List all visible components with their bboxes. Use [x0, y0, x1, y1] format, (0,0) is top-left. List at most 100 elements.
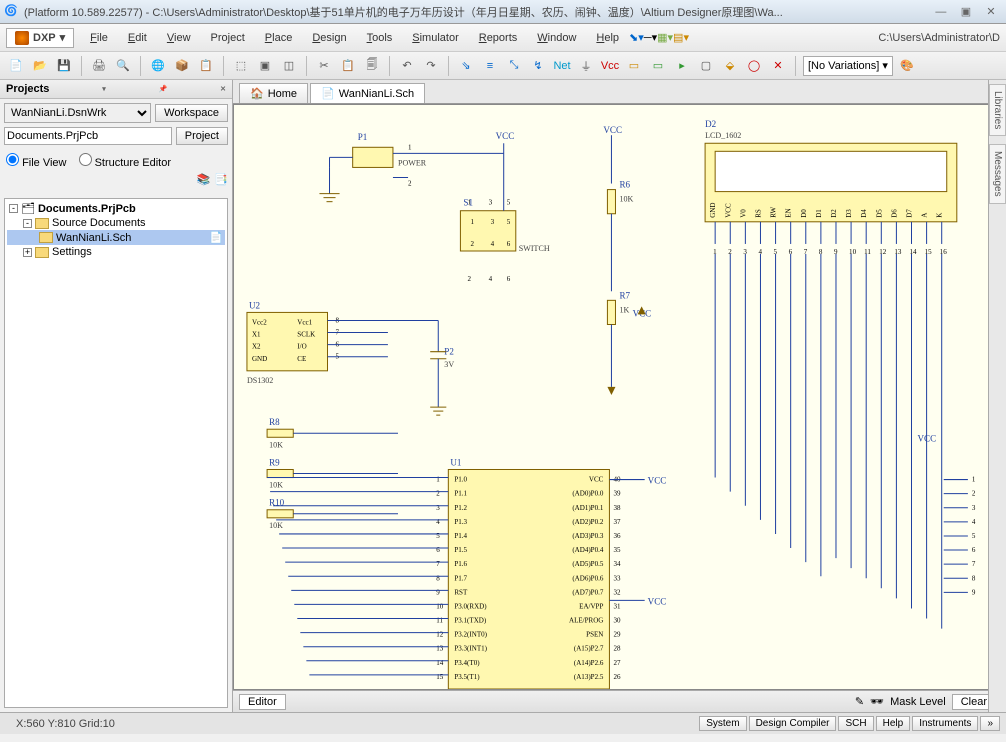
status-more-icon[interactable]: »	[980, 716, 1000, 731]
paste-icon[interactable]: 📋	[338, 56, 358, 76]
panel-tool2-icon[interactable]: 📑	[214, 173, 228, 186]
workspace-button[interactable]: Workspace	[155, 104, 228, 122]
redo-icon[interactable]: ↷	[421, 56, 441, 76]
menu-simulator[interactable]: Simulator	[402, 32, 468, 44]
toolbar-arrow-icon[interactable]: ⬊▾	[629, 31, 644, 44]
noerc-icon[interactable]: ✕	[768, 56, 788, 76]
editor-tab[interactable]: Editor	[239, 694, 286, 710]
part-icon[interactable]: ▭	[624, 56, 644, 76]
zoom-sel-icon[interactable]: ◫	[279, 56, 299, 76]
svg-text:P3.4(T0): P3.4(T0)	[454, 659, 480, 667]
tree-file-wannianli[interactable]: WanNianLi.Sch📄	[7, 230, 225, 245]
svg-text:28: 28	[613, 645, 621, 653]
svg-text:2: 2	[408, 180, 412, 188]
svg-text:R6: R6	[620, 180, 631, 190]
svg-text:35: 35	[613, 546, 621, 554]
device-icon[interactable]: ▢	[696, 56, 716, 76]
zoom-fit-icon[interactable]: ▣	[255, 56, 275, 76]
libraries-tab[interactable]: Libraries	[989, 84, 1006, 136]
menu-project[interactable]: Project	[201, 32, 255, 44]
zoom-area-icon[interactable]: ⬚	[231, 56, 251, 76]
projects-panel-title: Projects	[6, 83, 49, 95]
menubar-path: C:\Users\Administrator\D	[878, 32, 1006, 44]
dxp-menu[interactable]: DXP ▾	[6, 28, 74, 48]
menu-reports[interactable]: Reports	[469, 32, 528, 44]
menu-window[interactable]: Window	[527, 32, 586, 44]
tool1-icon[interactable]: 🌐	[148, 56, 168, 76]
minimize-button[interactable]: —	[930, 6, 952, 18]
mask-icon[interactable]: 🕶	[870, 695, 884, 708]
variations-combo[interactable]: [No Variations] ▾	[803, 56, 893, 76]
svg-text:VCC: VCC	[589, 476, 604, 484]
project-input[interactable]	[4, 127, 172, 145]
project-button[interactable]: Project	[176, 127, 228, 145]
menu-design[interactable]: Design	[302, 32, 356, 44]
tree-settings[interactable]: + Settings	[7, 245, 225, 259]
sheet-entry-icon[interactable]: ▸	[672, 56, 692, 76]
tool2-icon[interactable]: 📦	[172, 56, 192, 76]
menu-view[interactable]: View	[157, 32, 201, 44]
panel-close-icon[interactable]: ✕	[220, 85, 226, 93]
save-icon[interactable]: 💾	[54, 56, 74, 76]
menu-place[interactable]: Place	[255, 32, 303, 44]
schematic-canvas[interactable]: .w { stroke:#2040a0; stroke-width:1; fil…	[233, 104, 1006, 690]
workspace-select[interactable]: WanNianLi.DsnWrk	[4, 103, 151, 123]
svg-text:6: 6	[507, 240, 511, 248]
structure-editor-radio[interactable]: Structure Editor	[79, 153, 171, 169]
status-instruments[interactable]: Instruments	[912, 716, 978, 731]
menu-tools[interactable]: Tools	[357, 32, 403, 44]
tree-source-documents[interactable]: - Source Documents	[7, 216, 225, 230]
svg-text:PSEN: PSEN	[586, 631, 603, 639]
open-icon[interactable]: 📂	[30, 56, 50, 76]
panel-dropdown-icon[interactable]: ▾	[102, 85, 106, 93]
tool-end-icon[interactable]: 🎨	[897, 56, 917, 76]
panel-pin-icon[interactable]: 📌	[159, 85, 168, 93]
svg-text:P1.0: P1.0	[454, 476, 467, 484]
menu-help[interactable]: Help	[586, 32, 629, 44]
svg-text:12: 12	[436, 631, 444, 639]
svg-text:P1: P1	[358, 132, 368, 142]
status-system[interactable]: System	[699, 716, 746, 731]
busent-icon[interactable]: ⤡	[504, 56, 524, 76]
sheet-icon[interactable]: ▭	[648, 56, 668, 76]
close-button[interactable]: ✕	[980, 5, 1002, 18]
status-design-compiler[interactable]: Design Compiler	[749, 716, 837, 731]
toolbar-line-icon[interactable]: ─▾	[644, 31, 657, 44]
netlabel-icon[interactable]: Net	[552, 56, 572, 76]
wire-icon[interactable]: ⇘	[456, 56, 476, 76]
toolbar-sheet-icon[interactable]: ▦▾	[657, 31, 673, 44]
port-icon[interactable]: ⬙	[720, 56, 740, 76]
menu-edit[interactable]: Edit	[118, 32, 157, 44]
vcc-icon[interactable]: Vcc	[600, 56, 620, 76]
undo-icon[interactable]: ↶	[397, 56, 417, 76]
status-sch[interactable]: SCH	[838, 716, 873, 731]
gnd-icon[interactable]: ⏚	[576, 56, 596, 76]
tab-home[interactable]: 🏠 Home	[239, 83, 308, 103]
svg-text:P1.5: P1.5	[454, 546, 467, 554]
new-icon[interactable]: 📄	[6, 56, 26, 76]
toolbar-part-icon[interactable]: ▤▾	[673, 31, 689, 44]
bus-icon[interactable]: ≡	[480, 56, 500, 76]
preview-icon[interactable]: 🔍	[113, 56, 133, 76]
cut-icon[interactable]: ✂	[314, 56, 334, 76]
harness-icon[interactable]: ◯	[744, 56, 764, 76]
messages-tab[interactable]: Messages	[989, 144, 1006, 204]
panel-tool1-icon[interactable]: 📚	[197, 173, 211, 186]
tool3-icon[interactable]: 📋	[196, 56, 216, 76]
svg-text:34: 34	[613, 560, 621, 568]
svg-text:P3.3(INT1): P3.3(INT1)	[454, 645, 487, 653]
tree-root[interactable]: -🗂 Documents.PrjPcb	[7, 201, 225, 216]
status-help[interactable]: Help	[876, 716, 911, 731]
print-icon[interactable]: 🖨	[89, 56, 109, 76]
maximize-button[interactable]: ▣	[955, 5, 977, 18]
filter-icon[interactable]: ✎	[855, 695, 864, 708]
projects-tree[interactable]: -🗂 Documents.PrjPcb - Source Documents W…	[4, 198, 228, 708]
signal-icon[interactable]: ↯	[528, 56, 548, 76]
svg-text:4: 4	[491, 240, 495, 248]
svg-text:VCC: VCC	[648, 596, 667, 606]
tab-schematic[interactable]: 📄 WanNianLi.Sch	[310, 83, 425, 103]
file-view-radio[interactable]: File View	[6, 153, 67, 169]
svg-text:5: 5	[507, 199, 511, 207]
menu-file[interactable]: File	[80, 32, 118, 44]
duplicate-icon[interactable]: 🗐	[362, 56, 382, 76]
